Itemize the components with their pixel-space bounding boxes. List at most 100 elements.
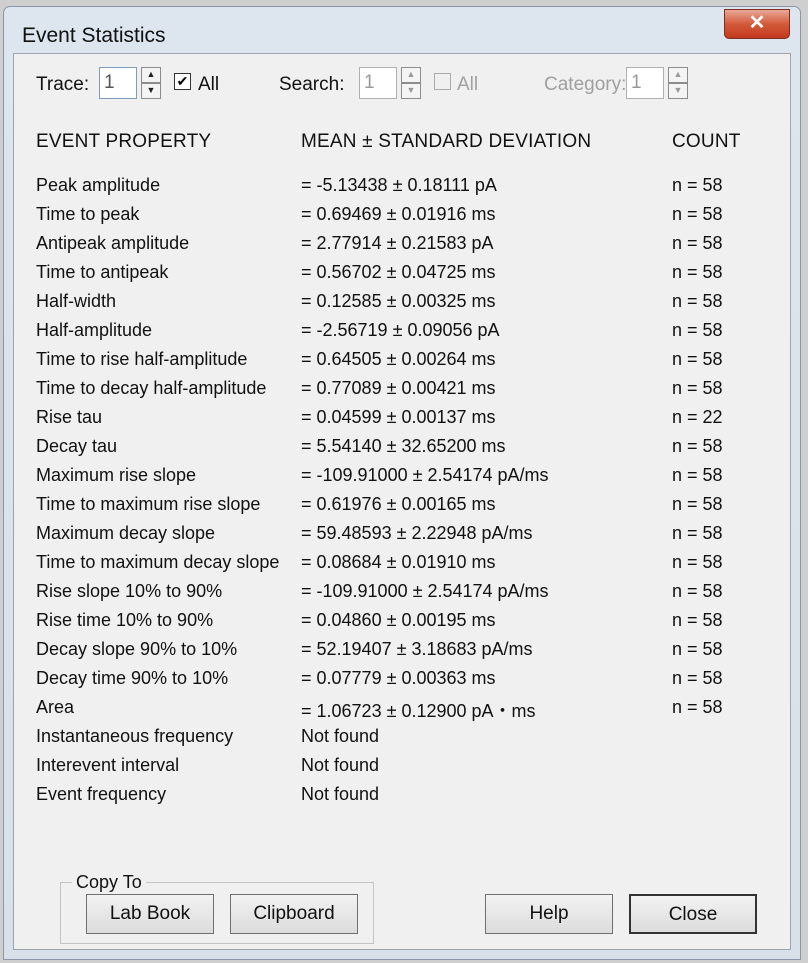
row-count: n = 58 [672,610,723,630]
row-count: n = 58 [672,494,723,514]
spin-down-icon[interactable]: ▼ [401,83,421,99]
spin-up-icon[interactable]: ▲ [668,67,688,83]
row-mean-sd: = 0.07779 ± 0.00363 ms [301,668,496,688]
spin-down-icon[interactable]: ▼ [668,83,688,99]
category-value[interactable]: 1 [626,67,664,99]
table-row: Maximum rise slope = -109.91000 ± 2.54174… [14,465,790,496]
row-property: Half-amplitude [36,320,153,340]
row-property: Maximum rise slope [36,465,197,485]
row-property: Time to antipeak [36,262,169,282]
search-all-label: All [457,74,479,95]
clipboard-button[interactable]: Clipboard [230,894,358,934]
copy-to-label: Copy To [72,872,146,893]
row-property: Time to peak [36,204,140,224]
trace-label: Trace: [36,74,90,95]
table-row: Half-width = 0.12585 ± 0.00325 ms n = 58 [14,291,790,322]
row-count: n = 58 [672,291,723,311]
row-property: Area [36,697,75,717]
row-mean-sd: = 5.54140 ± 32.65200 ms [301,436,506,456]
table-row: Rise slope 10% to 90% = -109.91000 ± 2.54… [14,581,790,612]
search-spinner[interactable]: 1 ▲ ▼ [359,67,421,99]
trace-all-checkbox[interactable]: ✔ [174,73,191,90]
help-button[interactable]: Help [485,894,613,934]
row-count: n = 58 [672,668,723,688]
row-mean-sd: = -2.56719 ± 0.09056 pA [301,320,500,340]
table-row: Rise time 10% to 90% = 0.04860 ± 0.00195 … [14,610,790,641]
row-property: Time to rise half-amplitude [36,349,248,369]
row-mean-sd: = 0.77089 ± 0.00421 ms [301,378,496,398]
row-count: n = 58 [672,175,723,195]
row-mean-sd: = 0.56702 ± 0.04725 ms [301,262,496,282]
table-row: Antipeak amplitude = 2.77914 ± 0.21583 pA… [14,233,790,264]
row-property: Rise tau [36,407,103,427]
event-statistics-window: Event Statistics ✕ Trace: 1 ▲ ▼ ✔ All Sea… [3,6,801,960]
row-property: Antipeak amplitude [36,233,190,253]
header-mean-sd: MEAN ± STANDARD DEVIATION [301,131,592,152]
table-row: Time to maximum rise slope = 0.61976 ± 0.… [14,494,790,525]
table-row: Peak amplitude = -5.13438 ± 0.18111 pA n =… [14,175,790,206]
spin-down-icon[interactable]: ▼ [141,83,161,99]
table-row: Half-amplitude = -2.56719 ± 0.09056 pA n =… [14,320,790,351]
table-row: Time to peak = 0.69469 ± 0.01916 ms n = 58 [14,204,790,235]
table-row: Maximum decay slope = 59.48593 ± 2.22948 … [14,523,790,554]
close-button[interactable]: Close [629,894,757,934]
row-mean-sd: Not found [301,784,380,804]
search-value[interactable]: 1 [359,67,397,99]
window-title: Event Statistics [22,24,166,47]
row-count: n = 58 [672,465,723,485]
row-property: Time to maximum decay slope [36,552,280,572]
table-row: Time to antipeak = 0.56702 ± 0.04725 ms n … [14,262,790,293]
table-row: Decay time 90% to 10% = 0.07779 ± 0.00363… [14,668,790,699]
spin-up-icon[interactable]: ▲ [401,67,421,83]
row-property: Decay time 90% to 10% [36,668,229,688]
title-bar: Event Statistics ✕ [4,7,800,59]
row-mean-sd: = 0.04860 ± 0.00195 ms [301,610,496,630]
search-all-checkbox[interactable] [434,73,451,90]
row-count: n = 58 [672,378,723,398]
row-count: n = 58 [672,204,723,224]
trace-value[interactable]: 1 [99,67,137,99]
row-count: n = 58 [672,262,723,282]
row-mean-sd: = -5.13438 ± 0.18111 pA [301,175,497,195]
row-mean-sd: Not found [301,755,380,775]
row-mean-sd: = 0.64505 ± 0.00264 ms [301,349,496,369]
trace-spinner[interactable]: 1 ▲ ▼ [99,67,161,99]
table-row: Rise tau = 0.04599 ± 0.00137 ms n = 22 [14,407,790,438]
row-mean-sd: Not found [301,726,380,746]
row-property: Rise slope 10% to 90% [36,581,223,601]
table-row: Time to rise half-amplitude = 0.64505 ± 0… [14,349,790,380]
table-row: Area = 1.06723 ± 0.12900 pA・ms n = 58 [14,697,790,728]
spin-up-icon[interactable]: ▲ [141,67,161,83]
row-property: Peak amplitude [36,175,161,195]
row-property: Interevent interval [36,755,180,775]
row-mean-sd: = -109.91000 ± 2.54174 pA/ms [301,465,549,485]
row-property: Rise time 10% to 90% [36,610,214,630]
row-mean-sd: = 0.04599 ± 0.00137 ms [301,407,496,427]
row-property: Decay slope 90% to 10% [36,639,238,659]
row-count: n = 58 [672,436,723,456]
row-mean-sd: = 59.48593 ± 2.22948 pA/ms [301,523,533,543]
row-mean-sd: = 0.08684 ± 0.01910 ms [301,552,496,572]
header-count: COUNT [672,131,741,152]
row-property: Time to maximum rise slope [36,494,261,514]
row-mean-sd: = 2.77914 ± 0.21583 pA [301,233,494,253]
row-count: n = 58 [672,552,723,572]
row-count: n = 58 [672,523,723,543]
row-count: n = 58 [672,349,723,369]
category-spinner[interactable]: 1 ▲ ▼ [626,67,688,99]
row-count: n = 58 [672,639,723,659]
table-row: Decay slope 90% to 10% = 52.19407 ± 3.186… [14,639,790,670]
table-row: Decay tau = 5.54140 ± 32.65200 ms n = 58 [14,436,790,467]
row-count: n = 58 [672,320,723,340]
row-property: Maximum decay slope [36,523,216,543]
table-row: Time to maximum decay slope = 0.08684 ± 0… [14,552,790,583]
row-property: Decay tau [36,436,118,456]
row-mean-sd: = 0.69469 ± 0.01916 ms [301,204,496,224]
table-row: Interevent interval Not found [14,755,790,786]
row-mean-sd: = 0.61976 ± 0.00165 ms [301,494,496,514]
lab-book-button[interactable]: Lab Book [86,894,214,934]
table-row: Instantaneous frequency Not found [14,726,790,757]
row-property: Instantaneous frequency [36,726,234,746]
window-close-button[interactable]: ✕ [724,9,790,39]
dialog-body: Trace: 1 ▲ ▼ ✔ All Search: 1 ▲ ▼ All Categ… [13,53,791,950]
